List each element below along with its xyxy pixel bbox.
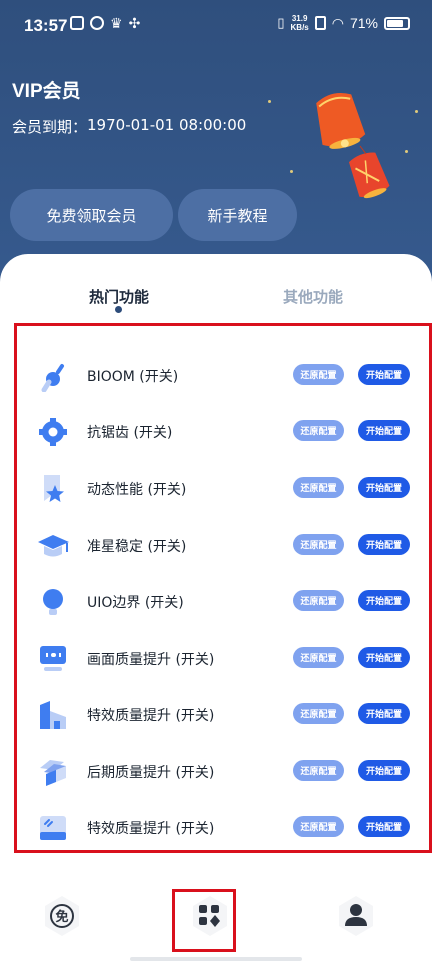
network-speed-value: 31.9: [291, 14, 308, 23]
active-tab-indicator: [115, 306, 122, 313]
status-bar: 13:57 ♛ ✣ ▯ 31.9 KB/s ◠ 71%: [0, 0, 432, 50]
apps-nav-highlight: [172, 889, 236, 952]
vip-expire: 会员到期： 1970-01-01 08:00:00: [12, 116, 246, 137]
battery-icon: [384, 16, 410, 30]
home-indicator[interactable]: [130, 957, 302, 961]
tab-hot[interactable]: 热门功能: [89, 286, 149, 307]
status-time: 13:57: [24, 16, 68, 35]
star-decoration: [405, 150, 408, 153]
battery-percent: 71%: [349, 15, 378, 31]
free-icon[interactable]: 免: [40, 894, 84, 938]
tutorial-button[interactable]: 新手教程: [178, 189, 297, 241]
crown-icon: ♛: [110, 15, 123, 31]
expire-label: 会员到期：: [12, 118, 88, 136]
network-speed: 31.9 KB/s: [291, 14, 309, 32]
feature-list-highlight: [14, 323, 432, 853]
free-vip-button[interactable]: 免费领取会员: [10, 189, 173, 241]
vibrate-icon: ▯: [277, 15, 285, 30]
fan-icon: ✣: [128, 15, 141, 31]
lantern-icon: [316, 92, 390, 199]
page-title: VIP会员: [12, 81, 81, 102]
profile-icon[interactable]: [334, 894, 378, 938]
network-speed-unit: KB/s: [290, 23, 309, 32]
wifi-icon: ◠: [331, 14, 344, 31]
star-decoration: [415, 110, 418, 113]
save-icon: [70, 16, 84, 30]
free-nav-label: 免: [55, 909, 68, 925]
notification-icons: ♛ ✣: [70, 16, 140, 30]
star-decoration: [290, 170, 293, 173]
star-decoration: [268, 100, 271, 103]
status-right: ▯ 31.9 KB/s ◠ 71%: [277, 14, 410, 32]
expire-value: 1970-01-01 08:00:00: [87, 116, 247, 134]
app-icon: [90, 16, 104, 30]
tab-other[interactable]: 其他功能: [283, 286, 343, 307]
sim-icon: [314, 16, 326, 30]
